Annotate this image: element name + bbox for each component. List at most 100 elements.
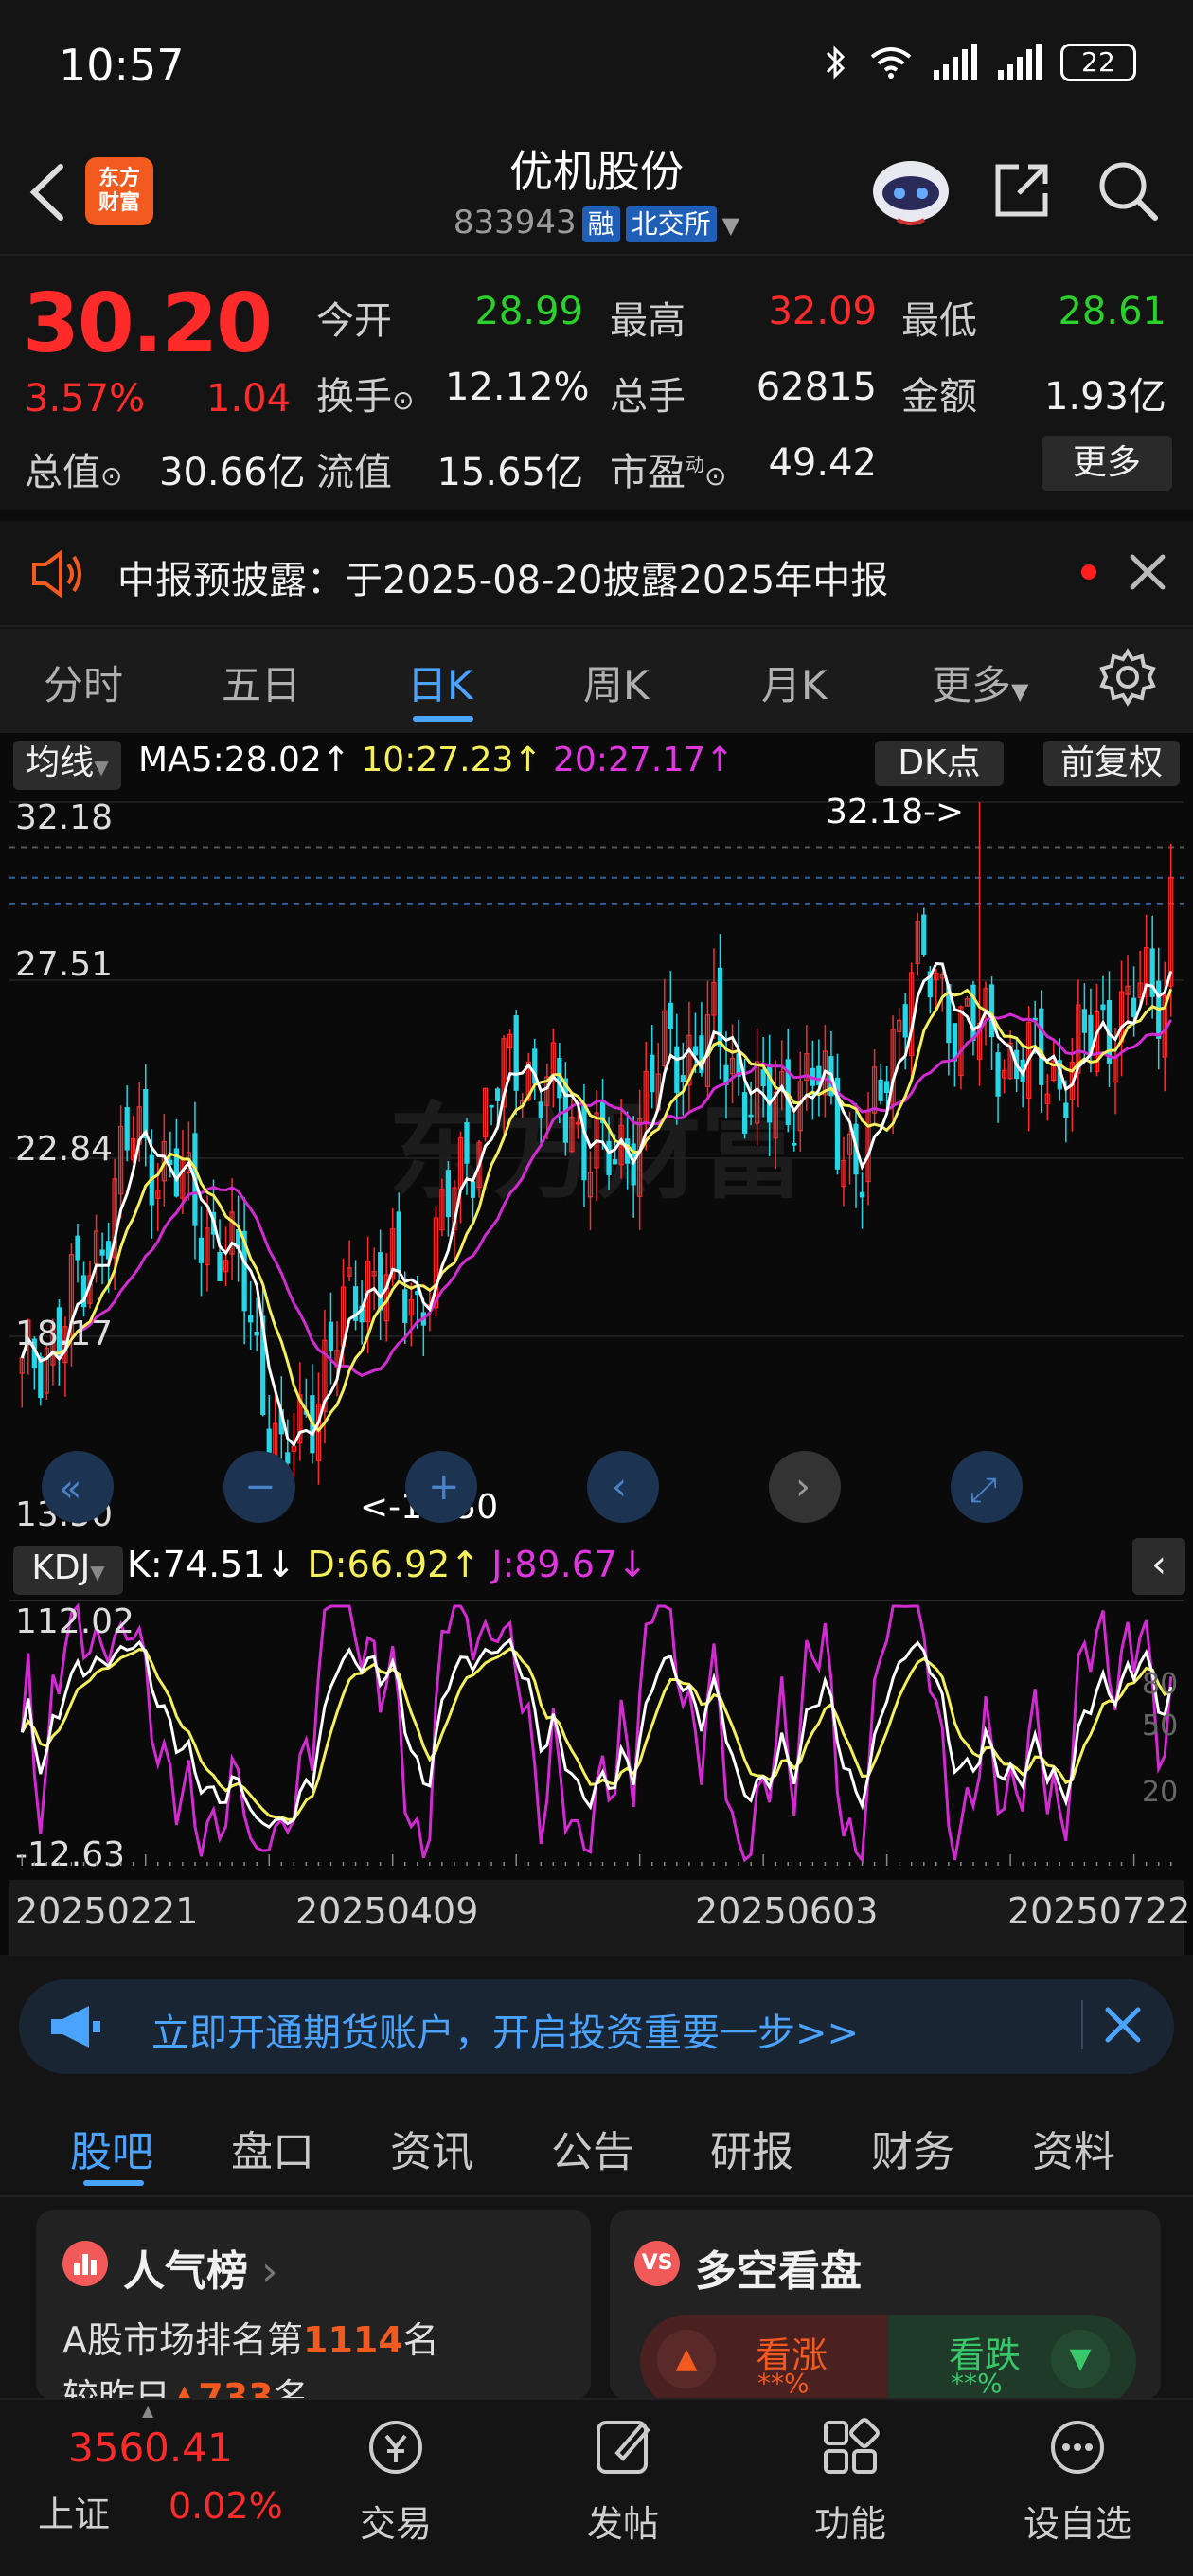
tab-monthly-k[interactable]: 月K [761, 653, 828, 711]
zoom-in-button[interactable]: + [405, 1451, 477, 1523]
tab-forum[interactable]: 股吧 [70, 2118, 153, 2178]
wifi-icon [870, 47, 912, 79]
low-value: 28.61 [1058, 290, 1166, 333]
jump-start-button[interactable]: « [42, 1451, 114, 1523]
rank-chart-icon [62, 2241, 108, 2286]
current-price: 30.20 [23, 277, 273, 371]
candle-body [748, 1114, 754, 1118]
margin-tag: 融 [581, 206, 620, 242]
candle-body [285, 1452, 291, 1464]
candle-body [445, 1170, 452, 1218]
rise-button[interactable]: ▲ [657, 2330, 716, 2388]
ma10-value: 10:27.23 [361, 741, 514, 779]
vs-icon: VS [634, 2241, 680, 2286]
open-label: 今开 [316, 299, 392, 343]
divider [1081, 2000, 1083, 2049]
search-icon[interactable] [1095, 157, 1161, 224]
assistant-robot-icon[interactable] [869, 152, 953, 227]
total-value-label-text: 总值 [25, 451, 100, 494]
ad-text: 立即开通期货账户，开启投资重要一步>> [151, 2012, 860, 2055]
tab-daily-k[interactable]: 日K [407, 653, 473, 711]
total-value-label[interactable]: 总值⊙ [25, 441, 122, 496]
tab-weekly-k[interactable]: 周K [583, 653, 650, 711]
date-label-2: 20250409 [295, 1890, 479, 1932]
candle-body [198, 1237, 205, 1263]
y-label-3: 22.84 [15, 1130, 113, 1169]
rank-suffix: 名 [402, 2319, 439, 2361]
fall-button[interactable]: ▼ [1051, 2330, 1110, 2388]
candle-body [878, 1079, 883, 1101]
date-label-1: 20250221 [15, 1890, 199, 1932]
nav-trade[interactable]: 交易 [329, 2409, 462, 2547]
svg-text:−: − [244, 1465, 276, 1509]
tab-news[interactable]: 资讯 [390, 2118, 473, 2178]
svg-text:+: + [428, 1465, 460, 1509]
nav-post[interactable]: 发帖 [557, 2409, 689, 2547]
kdj-chart[interactable]: 112.02 -12.63 80 50 20 [9, 1599, 1184, 1873]
tab-five-day[interactable]: 五日 [222, 653, 301, 711]
expand-handle-icon[interactable]: ▲ [142, 2402, 153, 2420]
candle-body [650, 1054, 655, 1093]
close-icon[interactable] [1098, 2000, 1148, 2049]
d-arrow: ↑ [450, 1544, 481, 1585]
edit-icon [596, 2421, 650, 2474]
j-value: J:89.67 [491, 1544, 618, 1585]
fullscreen-button[interactable]: ⤢ [951, 1451, 1023, 1523]
kline-grid [9, 801, 1184, 1337]
candle-body [902, 1004, 908, 1038]
indicator-select[interactable]: 均线▼ [13, 741, 121, 790]
unread-dot [1081, 564, 1096, 580]
d-value: D:66.92 [307, 1544, 451, 1585]
adjust-button[interactable]: 前复权 [1043, 741, 1180, 786]
j-arrow: ↓ [617, 1544, 648, 1585]
candle-body [1063, 1102, 1069, 1118]
date-ticks [21, 1854, 1172, 1866]
tab-research[interactable]: 研报 [710, 2118, 793, 2178]
change-percent: 3.57% [25, 377, 146, 420]
candle-body [1100, 1004, 1106, 1011]
volume-value: 62815 [756, 366, 877, 409]
rank-prefix: A股市场排名第 [62, 2319, 303, 2361]
tab-announcements[interactable]: 公告 [551, 2118, 634, 2178]
k-value: K:74.51 [127, 1544, 266, 1585]
kdj-y-bottom: -12.63 [15, 1835, 125, 1873]
kline-chart[interactable]: 东方财富 32.18 27.51 22.84 18.17 13.50 32.18… [9, 791, 1184, 1530]
float-value-label: 流值 [316, 451, 392, 494]
candle-body [396, 1211, 401, 1273]
next-button[interactable]: › [769, 1451, 841, 1523]
rank-line: A股市场排名第1114名 [62, 2311, 439, 2363]
more-button[interactable]: 更多 [1042, 436, 1172, 491]
prev-button[interactable]: ‹ [587, 1451, 659, 1523]
index-value[interactable]: 3560.41 [68, 2424, 233, 2471]
ma20-arrow: ↑ [705, 741, 735, 779]
kdj-level-50: 50 [1142, 1709, 1178, 1743]
y-label-1: 32.18 [15, 798, 113, 837]
notice-text: 中报预披露：于2025-08-20披露2025年中报 [117, 559, 889, 602]
candle-body [988, 984, 995, 1038]
share-icon[interactable] [990, 159, 1053, 222]
kdj-select[interactable]: KDJ▼ [13, 1546, 123, 1595]
candle-body [1039, 1008, 1044, 1085]
k-line [20, 1637, 1173, 1830]
gear-icon[interactable] [1098, 648, 1157, 707]
tab-finance[interactable]: 财务 [871, 2118, 954, 2178]
index-percent: 0.02% [169, 2485, 283, 2527]
collapse-panel-button[interactable]: ‹ [1132, 1538, 1185, 1595]
candle-body [581, 1104, 587, 1181]
kdj-y-top: 112.02 [15, 1602, 134, 1641]
zoom-out-button[interactable]: − [223, 1451, 295, 1523]
nav-add-watchlist[interactable]: 设自选 [1011, 2409, 1144, 2547]
ma5-value: MA5:28.02 [138, 741, 322, 779]
tab-profile[interactable]: 资料 [1032, 2118, 1115, 2178]
tab-order-book[interactable]: 盘口 [231, 2118, 314, 2178]
ma20-value: 20:27.17 [553, 741, 706, 779]
chevron-down-icon: ▼ [1011, 678, 1029, 705]
tab-more-label: 更多 [932, 662, 1012, 708]
nav-functions[interactable]: 功能 [784, 2409, 917, 2547]
tab-intraday[interactable]: 分时 [44, 653, 123, 711]
close-icon[interactable] [1123, 547, 1172, 597]
dk-button[interactable]: DK点 [875, 741, 1004, 786]
turnover-label[interactable]: 换手⊙ [316, 366, 414, 420]
pe-label[interactable]: 市盈动⊙ [610, 441, 726, 496]
tab-more[interactable]: 更多▼ [932, 653, 1028, 711]
